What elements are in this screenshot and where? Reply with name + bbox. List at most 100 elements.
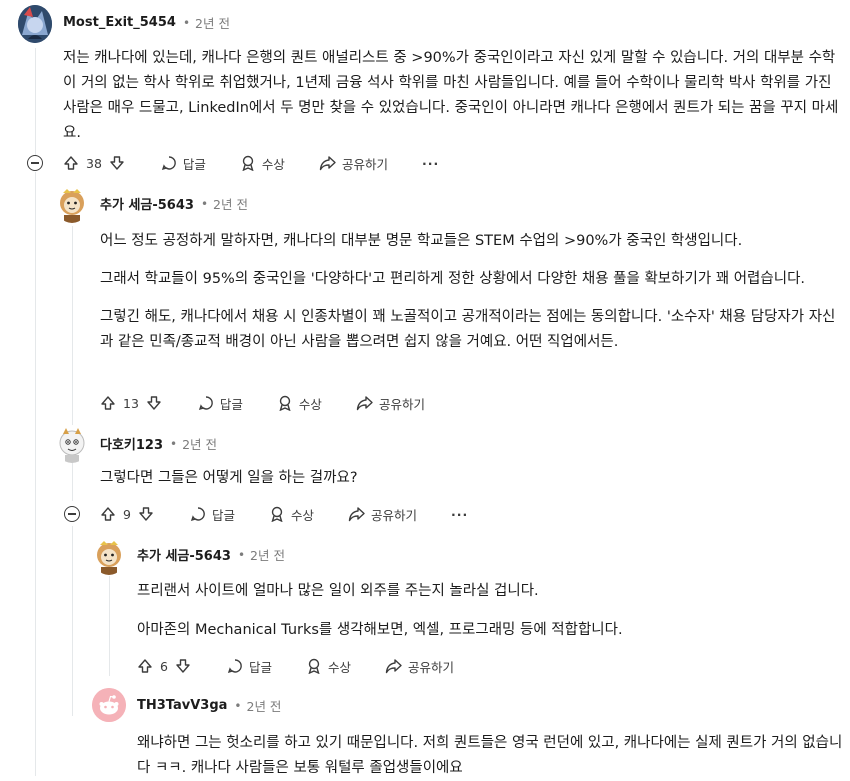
avatar[interactable] [55,185,89,223]
comment-paragraph: 어느 정도 공정하게 말하자면, 캐나다의 대부분 명문 학교들은 STEM 수… [100,233,743,249]
comment-actions: 38 답글 수상 공유하기 ··· [63,152,439,174]
author-name[interactable]: TH3TavV3ga [137,698,227,713]
author-name[interactable]: 다호키123 [100,434,163,453]
comment-actions: 6 답글 수상 공유하기 [137,655,454,677]
timestamp: 2년 전 [250,548,285,563]
thread-line [72,526,73,716]
reply-label: 답글 [248,659,272,675]
share-button[interactable]: 공유하기 [319,154,388,173]
downvote-icon[interactable] [109,155,125,171]
upvote-icon[interactable] [100,506,116,522]
vote-count: 9 [123,506,131,522]
reply-icon [190,507,205,522]
comment-paragraph: 그렇긴 해도, 캐나다에서 채용 시 인종차별이 꽤 노골적이고 공개적이라는 … [100,309,836,350]
downvote-icon[interactable] [175,658,191,674]
comment-actions: 13 답글 수상 공유하기 [100,392,425,414]
award-icon [242,155,254,171]
comment-header: Most_Exit_5454 • 2년 전 [63,13,230,32]
award-label: 수상 [290,507,314,523]
more-icon[interactable]: ··· [422,156,439,171]
comment-paragraph: 왜냐하면 그는 헛소리를 하고 있기 때문입니다. 저희 퀀트들은 영국 런던에… [137,735,843,776]
comment-paragraph: 아마존의 Mechanical Turks를 생각해보면, 엑셀, 프로그래밍 … [137,622,623,638]
avatar[interactable] [92,688,126,722]
thread-line [109,576,110,676]
timestamp: 2년 전 [182,437,218,452]
award-label: 수상 [298,396,322,412]
share-button[interactable]: 공유하기 [385,657,454,676]
reply-button[interactable]: 답글 [190,505,235,524]
award-button[interactable]: 수상 [277,394,322,413]
comment-header: 추가 세금-5643 • 2년 전 [100,194,248,214]
comment-paragraph: 그렇다면 그들은 어떻게 일을 하는 걸까요? [100,470,358,486]
avatar[interactable] [92,537,126,575]
comment-body: 왜냐하면 그는 헛소리를 하고 있기 때문입니다. 저희 퀀트들은 영국 런던에… [137,731,848,781]
reply-label: 답글 [219,396,243,412]
comment-actions: 9 답글 수상 공유하기 ··· [100,503,468,525]
separator-dot: • [234,698,242,713]
comment-body: 저는 캐나다에 있는데, 캐나다 은행의 퀀트 애널리스트 중 >90%가 중국… [63,46,848,146]
author-name[interactable]: Most_Exit_5454 [63,15,176,30]
more-icon[interactable]: ··· [451,507,468,522]
upvote-icon[interactable] [63,155,79,171]
upvote-icon[interactable] [137,658,153,674]
share-icon [348,507,365,522]
award-button[interactable]: 수상 [306,657,351,676]
reply-label: 답글 [211,507,235,523]
comment-body: 프리랜서 사이트에 얼마나 많은 일이 외주를 주는지 놀라실 겁니다. 아마존… [137,579,848,643]
share-button[interactable]: 공유하기 [348,505,417,524]
share-icon [319,156,336,171]
share-label: 공유하기 [407,659,454,675]
comment-header: 다호키123 • 2년 전 [100,434,218,454]
author-name[interactable]: 추가 세금-5643 [137,545,231,564]
award-label: 수상 [261,156,285,172]
thread-line [35,48,36,156]
downvote-icon[interactable] [146,395,162,411]
vote-count: 6 [160,658,168,674]
collapse-icon[interactable] [27,155,43,171]
timestamp: 2년 전 [246,699,282,714]
share-label: 공유하기 [341,156,388,172]
share-icon [356,396,373,411]
comment-header: TH3TavV3ga • 2년 전 [137,696,281,715]
timestamp: 2년 전 [195,16,230,31]
share-icon [385,659,402,674]
avatar[interactable] [18,5,52,43]
award-label: 수상 [327,659,351,675]
reply-button[interactable]: 답글 [227,657,272,676]
reply-label: 답글 [182,156,206,172]
thread-line [35,172,36,776]
author-name[interactable]: 추가 세금-5643 [100,194,194,213]
vote-group: 38 [63,155,125,171]
upvote-icon[interactable] [100,395,116,411]
share-label: 공유하기 [378,396,425,412]
vote-count: 13 [123,395,139,411]
comment-body: 그렇다면 그들은 어떻게 일을 하는 걸까요? [100,466,848,491]
collapse-icon[interactable] [64,506,80,522]
vote-count: 38 [86,155,102,171]
award-icon [279,395,291,411]
avatar[interactable] [55,425,89,463]
vote-group: 13 [100,395,162,411]
separator-dot: • [237,547,246,562]
comment-paragraph: 그래서 학교들이 95%의 중국인을 '다양하다'고 편리하게 정한 상황에서 … [100,271,806,287]
separator-dot: • [182,15,191,30]
vote-group: 9 [100,506,154,522]
vote-group: 6 [137,658,191,674]
comment-header: 추가 세금-5643 • 2년 전 [137,545,285,565]
share-button[interactable]: 공유하기 [356,394,425,413]
reply-button[interactable]: 답글 [161,154,206,173]
downvote-icon[interactable] [138,506,154,522]
comment-paragraph: 저는 캐나다에 있는데, 캐나다 은행의 퀀트 애널리스트 중 >90%가 중국… [63,50,839,141]
reply-icon [161,156,176,171]
comment-paragraph: 프리랜서 사이트에 얼마나 많은 일이 외주를 주는지 놀라실 겁니다. [137,583,539,599]
share-label: 공유하기 [370,507,417,523]
separator-dot: • [170,436,178,451]
award-button[interactable]: 수상 [240,154,285,173]
award-icon [308,658,320,674]
award-button[interactable]: 수상 [269,505,314,524]
reply-button[interactable]: 답글 [198,394,243,413]
timestamp: 2년 전 [213,197,248,212]
separator-dot: • [200,196,209,211]
comment-body: 어느 정도 공정하게 말하자면, 캐나다의 대부분 명문 학교들은 STEM 수… [100,229,848,355]
award-icon [271,506,283,522]
